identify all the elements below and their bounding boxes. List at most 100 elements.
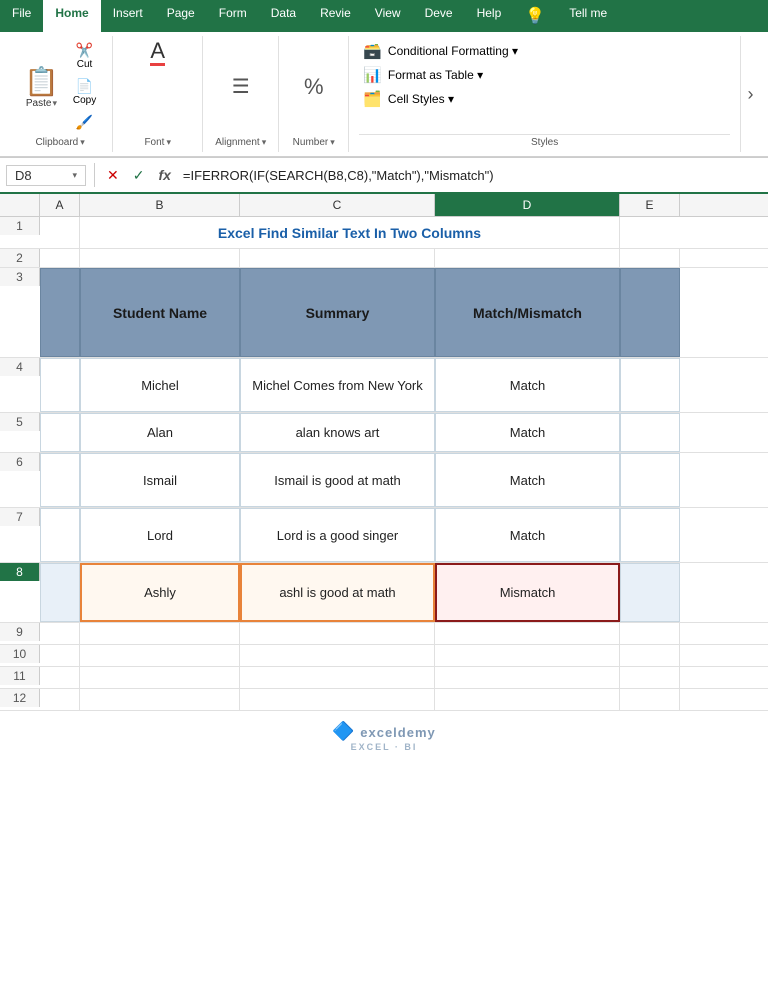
cell-d10[interactable] — [435, 645, 620, 666]
cell-a12[interactable] — [40, 689, 80, 710]
tab-page[interactable]: Page — [155, 0, 207, 32]
formula-bar: D8 ▾ ✕ ✓ fx — [0, 158, 768, 194]
tab-data[interactable]: Data — [259, 0, 308, 32]
cell-e11[interactable] — [620, 667, 680, 688]
styles-label: Styles — [359, 134, 730, 148]
cell-e4[interactable] — [620, 358, 680, 412]
ribbon-group-clipboard: 📋 Paste ▾ ✂️ Cut 📄 Copy 🖌️ — [8, 36, 113, 152]
copy-label: Copy — [73, 95, 96, 106]
col-header-e[interactable]: E — [620, 194, 680, 216]
cell-a1[interactable] — [40, 217, 80, 248]
cell-b10[interactable] — [80, 645, 240, 666]
tab-form[interactable]: Form — [207, 0, 259, 32]
row-6: 6 Ismail Ismail is good at math Match — [0, 453, 768, 508]
cell-a2[interactable] — [40, 249, 80, 267]
cell-ref-dropdown-icon: ▾ — [72, 170, 77, 181]
cell-styles-icon: 🗂️ — [363, 90, 382, 108]
cell-a5[interactable] — [40, 413, 80, 452]
cell-d5[interactable]: Match — [435, 413, 620, 452]
cell-e5[interactable] — [620, 413, 680, 452]
cell-e12[interactable] — [620, 689, 680, 710]
cell-a8[interactable] — [40, 563, 80, 622]
cell-e9[interactable] — [620, 623, 680, 644]
copy-button[interactable]: 📄 Copy — [69, 76, 100, 108]
cell-b11[interactable] — [80, 667, 240, 688]
format-as-table-icon: 📊 — [363, 66, 382, 84]
paste-button[interactable]: 📋 Paste ▾ — [20, 63, 63, 111]
cell-d12[interactable] — [435, 689, 620, 710]
cell-b5[interactable]: Alan — [80, 413, 240, 452]
cell-c2[interactable] — [240, 249, 435, 267]
cell-styles-button[interactable]: 🗂️ Cell Styles ▾ — [359, 88, 730, 110]
cancel-formula-button[interactable]: ✕ — [103, 165, 123, 186]
cut-button[interactable]: ✂️ Cut — [69, 40, 100, 72]
tab-file[interactable]: File — [0, 0, 43, 32]
cell-e10[interactable] — [620, 645, 680, 666]
cell-d8[interactable]: Mismatch — [435, 563, 620, 622]
row-num-11: 11 — [0, 667, 40, 685]
cell-e8[interactable] — [620, 563, 680, 622]
result-alan: Match — [510, 425, 545, 440]
cell-c7[interactable]: Lord is a good singer — [240, 508, 435, 562]
col-header-c[interactable]: C — [240, 194, 435, 216]
cell-e3[interactable] — [620, 268, 680, 357]
cell-b6[interactable]: Ismail — [80, 453, 240, 507]
cell-e2[interactable] — [620, 249, 680, 267]
cell-c12[interactable] — [240, 689, 435, 710]
format-painter-button[interactable]: 🖌️ — [69, 112, 100, 133]
cell-d4[interactable]: Match — [435, 358, 620, 412]
cell-b7[interactable]: Lord — [80, 508, 240, 562]
cell-c9[interactable] — [240, 623, 435, 644]
confirm-formula-button[interactable]: ✓ — [129, 165, 149, 186]
cell-b1[interactable]: Excel Find Similar Text In Two Columns — [80, 217, 620, 248]
cell-c4[interactable]: Michel Comes from New York — [240, 358, 435, 412]
insert-function-button[interactable]: fx — [154, 165, 174, 185]
cell-a4[interactable] — [40, 358, 80, 412]
tab-developer[interactable]: Deve — [413, 0, 465, 32]
cell-c10[interactable] — [240, 645, 435, 666]
cell-c5[interactable]: alan knows art — [240, 413, 435, 452]
summary-header: Summary — [306, 305, 370, 321]
col-header-b[interactable]: B — [80, 194, 240, 216]
ribbon-group-styles: 🗃️ Conditional Formatting ▾ 📊 Format as … — [349, 36, 740, 152]
summary-ismail: Ismail is good at math — [274, 473, 400, 488]
cell-a6[interactable] — [40, 453, 80, 507]
cell-d9[interactable] — [435, 623, 620, 644]
format-as-table-button[interactable]: 📊 Format as Table ▾ — [359, 64, 730, 86]
tab-review[interactable]: Revie — [308, 0, 363, 32]
watermark-tagline: EXCEL · BI — [0, 742, 768, 752]
cell-a10[interactable] — [40, 645, 80, 666]
tab-view[interactable]: View — [363, 0, 413, 32]
formula-input[interactable] — [179, 166, 762, 185]
cell-d6[interactable]: Match — [435, 453, 620, 507]
cell-d2[interactable] — [435, 249, 620, 267]
spreadsheet-title: Excel Find Similar Text In Two Columns — [218, 225, 481, 241]
cut-label: Cut — [77, 59, 93, 70]
tab-help[interactable]: Help — [465, 0, 514, 32]
cell-a11[interactable] — [40, 667, 80, 688]
cell-c11[interactable] — [240, 667, 435, 688]
cell-c8[interactable]: ashl is good at math — [240, 563, 435, 622]
tab-insert[interactable]: Insert — [101, 0, 155, 32]
cell-b12[interactable] — [80, 689, 240, 710]
col-header-d[interactable]: D — [435, 194, 620, 216]
cell-d11[interactable] — [435, 667, 620, 688]
conditional-formatting-button[interactable]: 🗃️ Conditional Formatting ▾ — [359, 40, 730, 62]
cell-a3[interactable] — [40, 268, 80, 357]
cell-a9[interactable] — [40, 623, 80, 644]
cell-b9[interactable] — [80, 623, 240, 644]
cell-b2[interactable] — [80, 249, 240, 267]
cell-e7[interactable] — [620, 508, 680, 562]
cell-a7[interactable] — [40, 508, 80, 562]
col-header-a[interactable]: A — [40, 194, 80, 216]
tell-me-input[interactable]: Tell me — [557, 0, 619, 32]
cell-b8[interactable]: Ashly — [80, 563, 240, 622]
cell-reference-box[interactable]: D8 ▾ — [6, 165, 86, 186]
cell-e6[interactable] — [620, 453, 680, 507]
tab-home[interactable]: Home — [43, 0, 100, 32]
cell-c6[interactable]: Ismail is good at math — [240, 453, 435, 507]
cell-b4[interactable]: Michel — [80, 358, 240, 412]
ribbon: File Home Insert Page Form Data Revie Vi… — [0, 0, 768, 158]
ribbon-expand-button[interactable]: › — [740, 36, 760, 152]
cell-d7[interactable]: Match — [435, 508, 620, 562]
